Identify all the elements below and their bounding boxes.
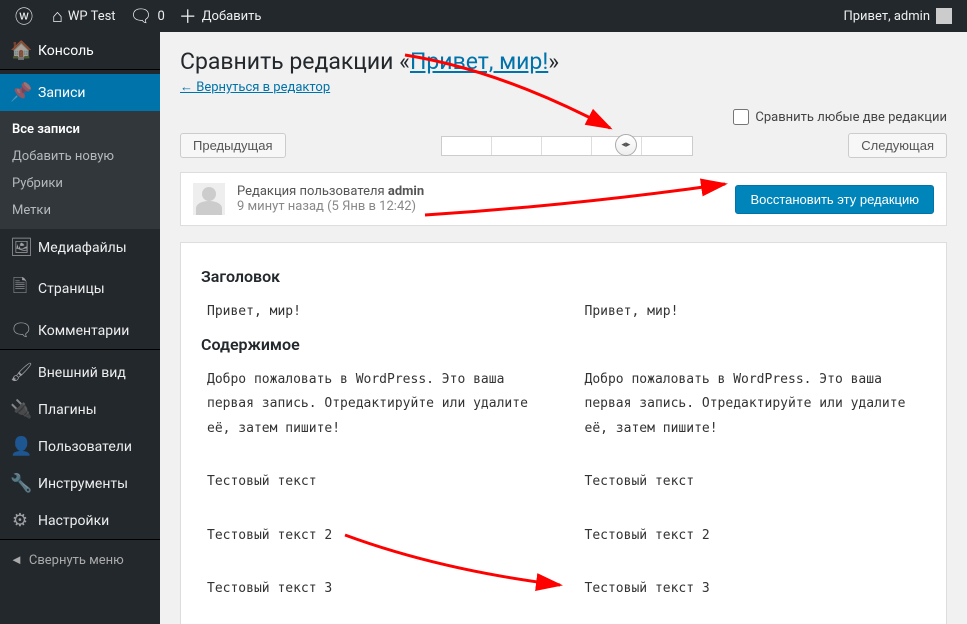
- gauge-icon: 🏠: [10, 40, 30, 61]
- sub-tags[interactable]: Метки: [0, 197, 160, 224]
- admin-bar: ⓦ ⌂WP Test 🗨0 ＋Добавить Привет, admin: [0, 0, 967, 32]
- main-content: Сравнить редакции «Привет, мир!» ← Верну…: [160, 32, 967, 624]
- heading-content: Содержимое: [201, 335, 926, 354]
- brush-icon: 🖌: [10, 362, 30, 383]
- slider-track: [441, 136, 693, 156]
- title-left: Привет, мир!: [201, 298, 549, 327]
- comments-link[interactable]: 🗨0: [123, 0, 172, 32]
- time-line: 9 минут назад (5 Янв в 12:42): [237, 199, 735, 214]
- sub-add-post[interactable]: Добавить новую: [0, 143, 160, 170]
- add-label: Добавить: [202, 9, 262, 24]
- collapse-menu[interactable]: ◄Свернуть меню: [0, 544, 160, 576]
- menu-posts[interactable]: 📌Записи: [0, 74, 160, 111]
- wrench-icon: 🔧: [10, 473, 30, 494]
- account-link[interactable]: Привет, admin: [836, 0, 959, 32]
- avatar: [936, 8, 952, 24]
- site-link[interactable]: ⌂ WP Test: [45, 0, 123, 32]
- content-left: Добро пожаловать в WordPress. Это ваша п…: [201, 366, 549, 624]
- home-icon: ⌂: [52, 6, 63, 27]
- site-name: WP Test: [68, 9, 116, 24]
- sub-all-posts[interactable]: Все записи: [0, 116, 160, 143]
- post-link[interactable]: Привет, мир!: [410, 48, 548, 75]
- gear-icon: ⚙: [10, 510, 30, 531]
- menu-pages[interactable]: 🗎Страницы: [0, 266, 160, 312]
- wp-logo[interactable]: ⓦ: [8, 0, 45, 32]
- page-icon: 🗎: [10, 274, 30, 304]
- menu-comments[interactable]: 🗨Комментарии: [0, 312, 160, 349]
- author-name: admin: [388, 184, 424, 199]
- page-title: Сравнить редакции «Привет, мир!»: [180, 48, 947, 75]
- submenu-posts: Все записи Добавить новую Рубрики Метки: [0, 111, 160, 229]
- menu-plugins[interactable]: 🔌Плагины: [0, 391, 160, 428]
- menu-settings[interactable]: ⚙Настройки: [0, 502, 160, 539]
- author-line: Редакция пользователя: [237, 184, 385, 199]
- content-right: Добро пожаловать в WordPress. Это ваша п…: [579, 366, 927, 624]
- title-right: Привет, мир!: [579, 298, 927, 327]
- compare-any-label: Сравнить любые две редакции: [755, 110, 947, 125]
- comments-count: 0: [157, 9, 164, 24]
- restore-button[interactable]: Восстановить эту редакцию: [735, 185, 934, 214]
- heading-title: Заголовок: [201, 267, 926, 286]
- menu-dashboard[interactable]: 🏠Консоль: [0, 32, 160, 69]
- greeting: Привет, admin: [843, 9, 930, 24]
- pin-icon: 📌: [10, 82, 30, 103]
- plus-icon: ＋: [179, 3, 197, 29]
- revision-meta: Редакция пользователя admin 9 минут наза…: [180, 172, 947, 226]
- compare-any-checkbox[interactable]: [733, 109, 749, 125]
- slider-handle[interactable]: ◂▸: [615, 134, 637, 156]
- sub-categories[interactable]: Рубрики: [0, 170, 160, 197]
- back-to-editor[interactable]: ← Вернуться в редактор: [180, 80, 330, 95]
- wordpress-icon: ⓦ: [15, 3, 33, 29]
- revision-slider[interactable]: ◂▸: [306, 136, 829, 156]
- admin-sidebar: 🏠Консоль 📌Записи Все записи Добавить нов…: [0, 32, 160, 624]
- comment-icon: 🗨: [10, 320, 30, 341]
- plug-icon: 🔌: [10, 399, 30, 420]
- prev-button[interactable]: Предыдущая: [180, 133, 286, 158]
- menu-appearance[interactable]: 🖌Внешний вид: [0, 354, 160, 391]
- menu-tools[interactable]: 🔧Инструменты: [0, 465, 160, 502]
- diff-box: Заголовок Привет, мир! Привет, мир! Соде…: [180, 242, 947, 624]
- comment-icon: 🗨: [130, 6, 153, 27]
- menu-users[interactable]: 👤Пользователи: [0, 428, 160, 465]
- author-avatar: [193, 183, 225, 215]
- next-button[interactable]: Следующая: [848, 133, 947, 158]
- users-icon: 👤: [10, 436, 30, 457]
- chevron-left-icon: ◄: [10, 552, 23, 568]
- media-icon: 🖼: [10, 237, 30, 258]
- menu-media[interactable]: 🖼Медиафайлы: [0, 229, 160, 266]
- new-link[interactable]: ＋ Добавить: [172, 0, 269, 32]
